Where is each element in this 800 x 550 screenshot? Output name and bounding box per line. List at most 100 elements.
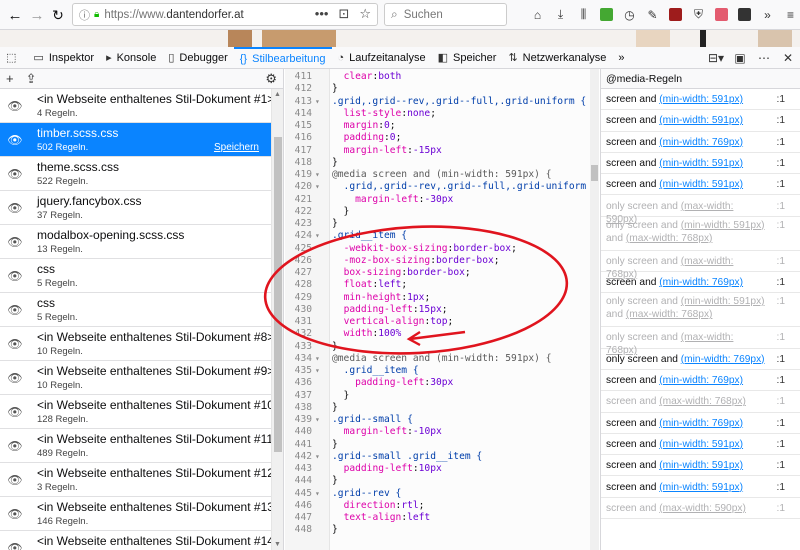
stylesheet-item[interactable]: 👁︎ timber.scss.css 502 Regeln. Speichern [0, 123, 271, 157]
stylesheet-item[interactable]: 👁︎ <in Webseite enthaltenes Stil-Dokument… [0, 463, 271, 497]
fold-arrow-icon[interactable]: ▾ [315, 488, 325, 500]
stylesheet-item[interactable]: 👁︎ <in Webseite enthaltenes Stil-Dokument… [0, 497, 271, 531]
settings-gear-icon[interactable]: ⚙ [265, 71, 277, 87]
media-condition-link[interactable]: (max-width: 590px) [659, 503, 746, 514]
media-rule-line[interactable]: :1 [777, 417, 786, 430]
media-rule-line[interactable]: :1 [777, 200, 786, 213]
media-rule-item[interactable]: only screen and (max-width: 768px):1 [601, 327, 800, 356]
media-rule-item[interactable]: only screen and (max-width: 768px):1 [601, 251, 800, 280]
visibility-eye-icon[interactable]: 👁︎ [0, 371, 30, 385]
media-rule-line[interactable]: :1 [777, 276, 786, 289]
media-rule-item[interactable]: screen and (min-width: 591px):1 [601, 174, 800, 196]
stylesheet-item[interactable]: 👁︎ <in Webseite enthaltenes Stil-Dokument… [0, 531, 271, 550]
scroll-down-icon[interactable]: ▼ [274, 541, 281, 548]
fold-arrow-icon[interactable]: ▾ [315, 96, 325, 108]
wrench-icon[interactable]: ✎ [641, 3, 664, 26]
media-condition-link[interactable]: (min-width: 769px) [659, 418, 743, 429]
stylesheet-item[interactable]: 👁︎ <in Webseite enthaltenes Stil-Dokument… [0, 327, 271, 361]
media-rule-item[interactable]: screen and (min-width: 769px):1 [601, 370, 800, 392]
media-rule-item[interactable]: screen and (max-width: 768px):1 [601, 391, 800, 413]
stylesheet-item[interactable]: 👁︎ <in Webseite enthaltenes Stil-Dokument… [0, 395, 271, 429]
info-icon[interactable]: ⓘ [79, 7, 90, 23]
fold-arrow-icon[interactable]: ▾ [315, 451, 325, 463]
tab-performance[interactable]: ◔ Laufzeitanalyse [332, 47, 432, 69]
shield-extension-icon[interactable]: ⛨ [687, 3, 710, 26]
media-condition-link[interactable]: (min-width: 769px) [659, 277, 743, 288]
media-rule-line[interactable]: :1 [777, 219, 786, 232]
visibility-eye-icon[interactable]: 👁︎ [0, 269, 30, 283]
media-rule-line[interactable]: :1 [777, 93, 786, 106]
media-rule-item[interactable]: screen and (min-width: 591px):1 [601, 477, 800, 498]
stylesheet-item[interactable]: 👁︎ <in Webseite enthaltenes Stil-Dokument… [0, 429, 271, 463]
home-icon[interactable]: ⌂ [526, 3, 549, 26]
media-condition-link[interactable]: (min-width: 769px) [659, 137, 743, 148]
clock-icon[interactable]: ◷ [618, 3, 641, 26]
fold-arrow-icon[interactable]: ▾ [315, 169, 325, 181]
media-rule-item[interactable]: only screen and (min-width: 591px) and (… [601, 293, 800, 328]
media-rule-item[interactable]: screen and (min-width: 769px):1 [601, 132, 800, 153]
new-stylesheet-icon[interactable]: + [6, 71, 14, 87]
media-rule-line[interactable]: :1 [777, 114, 786, 127]
stylesheet-item[interactable]: 👁︎ css 5 Regeln. [0, 259, 271, 293]
media-condition-link[interactable]: (min-width: 591px) [659, 482, 743, 493]
green-extension-icon[interactable] [595, 3, 618, 26]
scrollbar-thumb[interactable] [591, 165, 598, 181]
element-picker-icon[interactable]: ⬚ [0, 47, 27, 69]
search-input[interactable]: ⌕ Suchen [384, 3, 507, 26]
sidebar-scrollbar[interactable]: ▲ ▼ [271, 89, 283, 550]
save-link[interactable]: Speichern [214, 142, 259, 153]
visibility-eye-icon[interactable]: 👁︎ [0, 473, 30, 487]
media-rule-item[interactable]: screen and (min-width: 769px):1 [601, 413, 800, 434]
media-rule-item[interactable]: screen and (min-width: 591px):1 [601, 89, 800, 111]
css-code-editor[interactable]: 411 clear:both 412} 413 ▾ .grid,.grid--rev,.… [285, 69, 599, 550]
url-bar[interactable]: ⓘ 🔒︎ https://www. dantendorfer.at ••• ⊡ ☆ [72, 3, 378, 26]
visibility-eye-icon[interactable]: 👁︎ [0, 235, 30, 249]
media-rule-item[interactable]: screen and (min-width: 591px):1 [601, 434, 800, 456]
media-condition-link[interactable]: (min-width: 591px) [659, 439, 743, 450]
media-condition-link[interactable]: (min-width: 591px) [659, 158, 743, 169]
media-rule-line[interactable]: :1 [777, 136, 786, 149]
visibility-eye-icon[interactable]: 👁︎ [0, 99, 30, 113]
media-condition-link[interactable]: (min-width: 591px) [681, 220, 765, 231]
media-rule-item[interactable]: screen and (min-width: 591px):1 [601, 153, 800, 175]
stylesheet-item[interactable]: 👁︎ theme.scss.css 522 Regeln. [0, 157, 271, 191]
media-rule-line[interactable]: :1 [777, 157, 786, 170]
media-condition-link[interactable]: (min-width: 591px) [659, 115, 743, 126]
page-actions-icon[interactable]: ••• [315, 6, 329, 22]
media-condition-link[interactable]: (max-width: 768px) [626, 309, 713, 320]
scrollbar-thumb[interactable] [274, 137, 282, 452]
media-rule-line[interactable]: :1 [777, 481, 786, 494]
tab-inspector[interactable]: ▭ Inspektor [27, 47, 100, 69]
reader-mode-icon[interactable]: ⊡ [338, 6, 349, 22]
visibility-eye-icon[interactable]: 👁︎ [0, 507, 30, 521]
media-rule-item[interactable]: screen and (min-width: 591px):1 [601, 455, 800, 477]
import-stylesheet-icon[interactable]: ⇪ [26, 71, 37, 87]
visibility-eye-icon[interactable]: 👁︎ [0, 405, 30, 419]
more-options-icon[interactable]: ⋯ [752, 51, 776, 65]
library-icon[interactable]: ⫼ [572, 3, 595, 26]
media-rule-line[interactable]: :1 [777, 353, 786, 366]
visibility-eye-icon[interactable]: 👁︎ [0, 133, 30, 147]
fold-arrow-icon[interactable]: ▾ [315, 181, 325, 193]
media-rule-item[interactable]: screen and (min-width: 591px):1 [601, 110, 800, 132]
media-condition-link[interactable]: (max-width: 768px) [626, 233, 713, 244]
media-condition-link[interactable]: (min-width: 591px) [659, 179, 743, 190]
visibility-eye-icon[interactable]: 👁︎ [0, 541, 30, 550]
bookmark-star-icon[interactable]: ☆ [359, 6, 371, 22]
red-extension-icon[interactable] [710, 3, 733, 26]
media-rule-line[interactable]: :1 [777, 459, 786, 472]
back-icon[interactable]: ← [3, 3, 27, 27]
code-extension-icon[interactable] [733, 3, 756, 26]
visibility-eye-icon[interactable]: 👁︎ [0, 167, 30, 181]
tab-console[interactable]: ▸ Konsole [100, 47, 162, 69]
tab-style-editor[interactable]: {} Stilbearbeitung [233, 46, 332, 69]
media-condition-link[interactable]: (min-width: 591px) [659, 460, 743, 471]
editor-scrollbar[interactable] [590, 69, 599, 550]
split-console-icon[interactable]: ▣ [728, 51, 752, 65]
media-rule-item[interactable]: only screen and (min-width: 769px):1 [601, 349, 800, 370]
close-icon[interactable]: ✕ [776, 51, 800, 65]
fold-arrow-icon[interactable]: ▾ [315, 365, 325, 377]
tab-debugger[interactable]: ▯ Debugger [162, 47, 233, 69]
hamburger-menu-icon[interactable]: ≡ [779, 3, 800, 26]
media-rule-line[interactable]: :1 [777, 502, 786, 515]
